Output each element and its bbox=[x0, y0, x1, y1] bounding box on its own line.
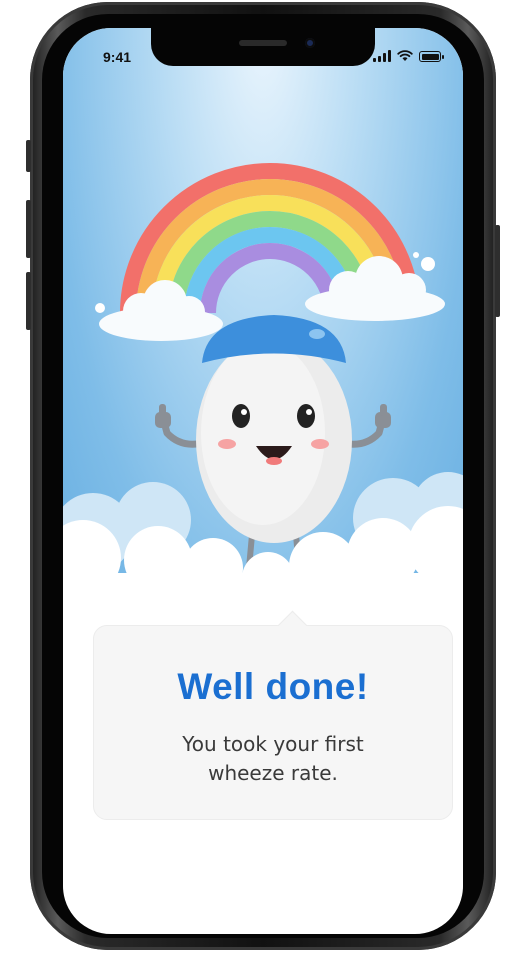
message-body-line-2: wheeze rate. bbox=[208, 761, 338, 785]
wifi-icon bbox=[397, 50, 413, 61]
mascot-character bbox=[196, 315, 352, 543]
front-camera-icon bbox=[305, 38, 315, 48]
speaker-grille bbox=[239, 40, 287, 46]
device-notch bbox=[151, 28, 375, 66]
volume-up-button bbox=[26, 200, 31, 258]
status-time: 9:41 bbox=[103, 49, 132, 65]
celebration-illustration bbox=[63, 163, 463, 648]
status-icons bbox=[373, 50, 444, 62]
message-body-line-1: You took your first bbox=[182, 732, 364, 756]
silent-switch bbox=[26, 140, 31, 172]
power-button bbox=[495, 225, 500, 317]
message-body: You took your first wheeze rate. bbox=[134, 730, 412, 788]
cellular-signal-icon bbox=[373, 50, 391, 62]
message-title: Well done! bbox=[177, 666, 369, 707]
message-card: Well done! You took your first wheeze ra… bbox=[93, 610, 453, 820]
app-screen: 9:41 Well done! You took your first whee… bbox=[63, 28, 463, 934]
volume-down-button bbox=[26, 272, 31, 330]
battery-icon bbox=[419, 51, 444, 62]
